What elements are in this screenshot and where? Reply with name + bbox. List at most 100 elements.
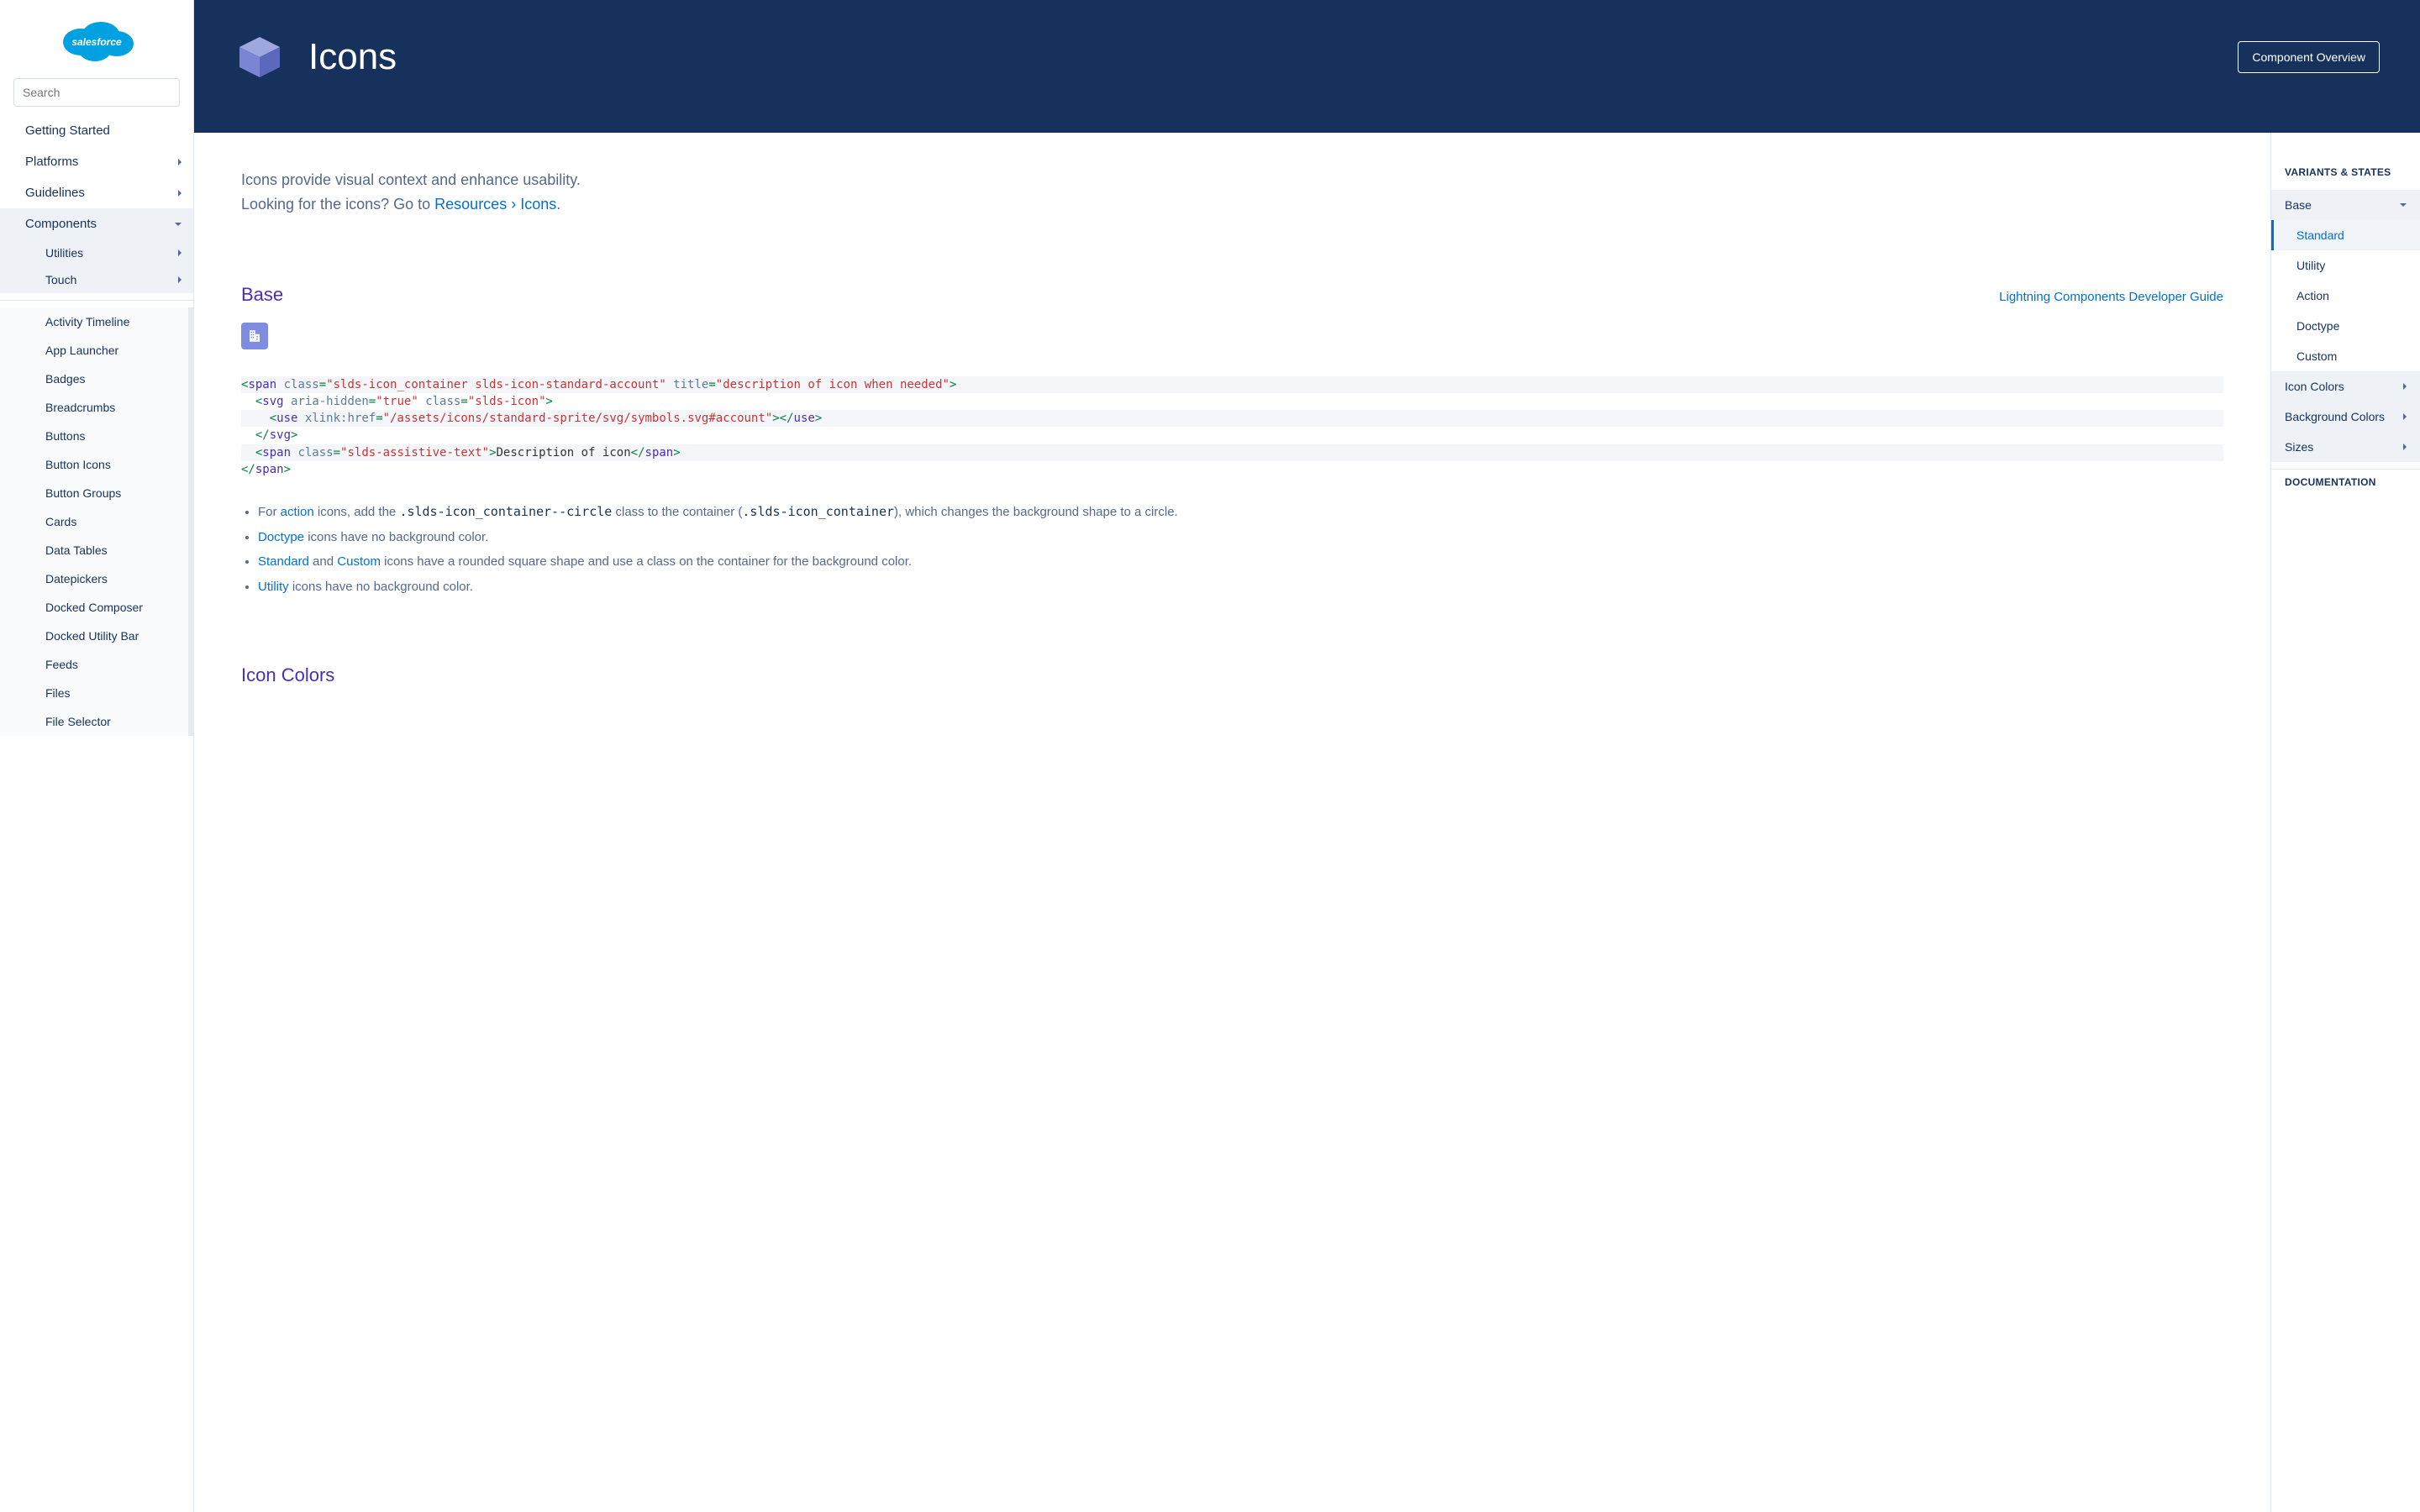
right-nav-doc[interactable]: DOCUMENTATION — [2271, 476, 2420, 500]
sidebar-nav: Getting Started Platforms Guidelines Com… — [0, 115, 193, 293]
rn-item-standard[interactable]: Standard — [2271, 220, 2420, 250]
rn-label: Utility — [2296, 259, 2325, 272]
nav-item-components[interactable]: Components — [0, 208, 193, 239]
comp-item[interactable]: Files — [0, 679, 188, 707]
rn-item-bg-colors[interactable]: Background Colors — [2271, 402, 2420, 432]
comp-item[interactable]: File Selector — [0, 707, 188, 736]
page-header: Icons Component Overview — [194, 0, 2420, 133]
chevron-right-icon — [178, 159, 182, 165]
nav-item-platforms[interactable]: Platforms — [0, 146, 193, 177]
t: icons, add the — [314, 505, 400, 519]
nav-section-components: Components Utilities Touch — [0, 208, 193, 293]
chevron-right-icon — [2403, 383, 2407, 390]
nav-sub-utilities[interactable]: Utilities — [0, 239, 193, 266]
code: .slds-icon_container — [742, 504, 894, 519]
intro-prefix: Looking for the icons? Go to — [241, 196, 434, 213]
divider — [0, 300, 193, 301]
chevron-right-icon — [2403, 444, 2407, 450]
comp-item[interactable]: Cards — [0, 507, 188, 536]
link-action[interactable]: action — [281, 505, 314, 519]
comp-item[interactable]: Activity Timeline — [0, 307, 188, 336]
svg-text:salesforce: salesforce — [71, 36, 122, 48]
code-block: <span class="slds-icon_container slds-ic… — [241, 376, 2223, 479]
rn-label: Standard — [2296, 228, 2344, 242]
chevron-down-icon — [2400, 203, 2407, 207]
comp-item[interactable]: Badges — [0, 365, 188, 393]
comp-item[interactable]: Feeds — [0, 650, 188, 679]
rn-item-base[interactable]: Base — [2271, 190, 2420, 220]
comp-item[interactable]: Docked Utility Bar — [0, 622, 188, 650]
section-head-base: Base Lightning Components Developer Guid… — [241, 284, 2223, 306]
chevron-right-icon — [178, 249, 182, 256]
search-box — [13, 78, 180, 107]
rn-item-sizes[interactable]: Sizes — [2271, 432, 2420, 462]
cube-icon — [234, 32, 285, 82]
nav-item-guidelines[interactable]: Guidelines — [0, 177, 193, 208]
component-list: Activity Timeline App Launcher Badges Br… — [0, 307, 193, 736]
divider — [2271, 469, 2420, 470]
link-resources-icons[interactable]: Resources › Icons — [434, 196, 556, 213]
right-nav-title: VARIANTS & STATES — [2271, 166, 2420, 190]
link-dev-guide[interactable]: Lightning Components Developer Guide — [1999, 290, 2223, 304]
page-title: Icons — [308, 36, 397, 78]
nav-label: Components — [25, 217, 97, 231]
salesforce-logo-icon: salesforce — [55, 8, 139, 67]
nav-label: Utilities — [45, 246, 83, 260]
bullet-list: For action icons, add the .slds-icon_con… — [241, 501, 2223, 597]
search-input[interactable] — [13, 78, 180, 107]
account-icon-demo — [241, 323, 268, 349]
bullet-item: Utility icons have no background color. — [258, 576, 2223, 598]
t: icons have no background color. — [304, 530, 488, 544]
nav-label: Getting Started — [25, 123, 110, 138]
rn-label: Base — [2285, 198, 2312, 212]
comp-item[interactable]: Data Tables — [0, 536, 188, 564]
nav-label: Guidelines — [25, 186, 85, 200]
link-custom[interactable]: Custom — [337, 554, 381, 569]
rn-item-doctype[interactable]: Doctype — [2271, 311, 2420, 341]
rn-label: Icon Colors — [2285, 380, 2344, 393]
right-nav: VARIANTS & STATES Base Standard Utility … — [2270, 133, 2420, 1512]
component-overview-button[interactable]: Component Overview — [2238, 41, 2380, 73]
comp-item[interactable]: App Launcher — [0, 336, 188, 365]
main: Icons Component Overview Icons provide v… — [194, 0, 2420, 1512]
intro-text: Icons provide visual context and enhance… — [241, 168, 2223, 217]
rn-label: Sizes — [2285, 440, 2313, 454]
comp-item[interactable]: Button Groups — [0, 479, 188, 507]
link-standard[interactable]: Standard — [258, 554, 309, 569]
content-row: Icons provide visual context and enhance… — [194, 133, 2420, 1512]
bullet-item: For action icons, add the .slds-icon_con… — [258, 501, 2223, 523]
code-title-val: description of icon when needed — [723, 378, 942, 391]
rn-item-utility[interactable]: Utility — [2271, 250, 2420, 281]
code: .slds-icon_container--circle — [399, 504, 612, 519]
t: and — [309, 554, 337, 569]
bullet-item: Standard and Custom icons have a rounded… — [258, 551, 2223, 573]
rn-item-icon-colors[interactable]: Icon Colors — [2271, 371, 2420, 402]
content-area: Icons provide visual context and enhance… — [194, 133, 2270, 1512]
intro-suffix: . — [556, 196, 560, 213]
nav-item-getting-started[interactable]: Getting Started — [0, 115, 193, 146]
chevron-right-icon — [178, 190, 182, 197]
t: For — [258, 505, 281, 519]
rn-label: Action — [2296, 289, 2329, 302]
intro-line2: Looking for the icons? Go to Resources ›… — [241, 192, 2223, 217]
comp-item[interactable]: Breadcrumbs — [0, 393, 188, 422]
chevron-right-icon — [178, 276, 182, 283]
nav-label: Touch — [45, 273, 76, 286]
logo-area: salesforce — [0, 0, 193, 76]
link-doctype[interactable]: Doctype — [258, 530, 304, 544]
code-href-val: /assets/icons/standard-sprite/svg/symbol… — [390, 412, 765, 425]
rn-item-action[interactable]: Action — [2271, 281, 2420, 311]
comp-item[interactable]: Datepickers — [0, 564, 188, 593]
t: ), which changes the background shape to… — [894, 505, 1178, 519]
comp-item[interactable]: Buttons — [0, 422, 188, 450]
rn-label: Background Colors — [2285, 410, 2385, 423]
section-title-icon-colors: Icon Colors — [241, 664, 2223, 686]
t: icons have no background color. — [289, 580, 473, 594]
rn-item-custom[interactable]: Custom — [2271, 341, 2420, 371]
link-utility[interactable]: Utility — [258, 580, 289, 594]
nav-sub-touch[interactable]: Touch — [0, 266, 193, 293]
comp-item[interactable]: Docked Composer — [0, 593, 188, 622]
nav-label: Platforms — [25, 155, 78, 169]
header-left: Icons — [234, 32, 397, 82]
comp-item[interactable]: Button Icons — [0, 450, 188, 479]
